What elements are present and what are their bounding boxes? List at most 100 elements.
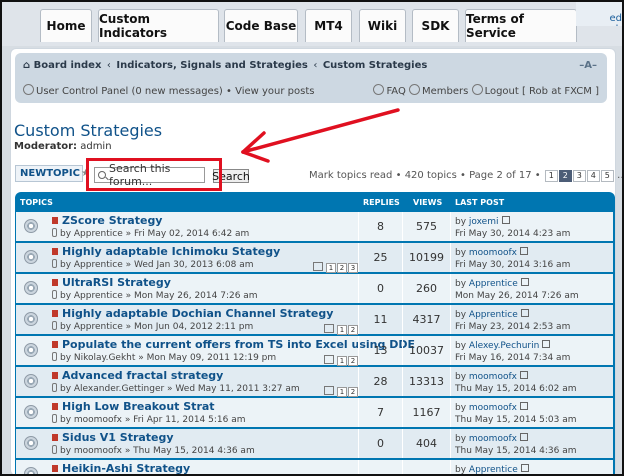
nav-tab-terms[interactable]: Terms of Service	[465, 9, 577, 42]
last-post-author-link[interactable]: moomoofx	[469, 403, 517, 413]
attachment-icon	[52, 290, 57, 299]
topic-page-link[interactable]: 1	[326, 263, 336, 273]
nav-tab-custom-indicators[interactable]: Custom Indicators	[98, 9, 219, 42]
table-row[interactable]: UltraRSI Strategy by Apprentice » Mon May…	[16, 274, 613, 303]
screenshot-frame: Home Custom Indicators Code Base MT4 Wik…	[0, 0, 624, 476]
last-post-author-link[interactable]: moomoofx	[469, 372, 517, 382]
last-post-author-link[interactable]: moomoofx	[469, 434, 517, 444]
page-info: Page 2 of 17	[469, 170, 532, 181]
header-panel: ⌂ Board index ‹ Indicators, Signals and …	[15, 53, 607, 103]
crumb-indicators[interactable]: Indicators, Signals and Strategies	[116, 60, 307, 71]
view-latest-icon[interactable]	[519, 402, 528, 410]
view-posts-link[interactable]: View your posts	[235, 86, 314, 97]
page-link-5[interactable]: 5	[600, 170, 614, 182]
faq-link[interactable]: FAQ	[386, 86, 405, 97]
replies-count: 8	[358, 212, 402, 241]
topic-status-icon	[24, 467, 38, 474]
pages-icon	[324, 355, 334, 364]
table-row[interactable]: Highly adaptable Dochian Channel Strateg…	[16, 305, 613, 335]
topic-page-link[interactable]: 2	[348, 387, 358, 397]
topic-cell: High Low Breakout Strat by moomoofx » Fri…	[52, 400, 358, 427]
topic-title-link[interactable]: UltraRSI Strategy	[52, 276, 358, 289]
last-post-author-link[interactable]: Apprentice	[469, 279, 518, 289]
nav-tab-sdk[interactable]: SDK	[412, 9, 459, 42]
topic-title-link[interactable]: Highly adaptable Ichimoku Stategy	[52, 245, 358, 258]
topic-title-link[interactable]: High Low Breakout Strat	[52, 400, 358, 413]
pages-icon	[313, 262, 323, 271]
last-post-author-link[interactable]: joxemi	[469, 217, 499, 227]
faq-icon	[373, 84, 385, 95]
mark-read-link[interactable]: Mark topics read	[309, 170, 392, 181]
topic-page-link[interactable]: 1	[337, 387, 347, 397]
members-link[interactable]: Members	[422, 86, 468, 97]
topic-byline: by moomoofx » Thu May 15, 2014 4:36 am	[52, 445, 358, 456]
last-post-cell: by Alexey.Pechurin Fri May 16, 2014 7:34 …	[450, 336, 613, 365]
view-latest-icon[interactable]	[542, 340, 551, 348]
nav-tab-code-base[interactable]: Code Base	[224, 9, 298, 42]
last-post-author-link[interactable]: moomoofx	[469, 248, 517, 258]
attachment-icon	[52, 445, 57, 454]
members-icon	[409, 84, 421, 95]
table-row[interactable]: Heikin-Ashi Strategy by Apprentice	[16, 460, 613, 474]
page-link-4[interactable]: 4	[586, 170, 600, 182]
topic-page-link[interactable]: 3	[348, 263, 358, 273]
crumb-custom-strategies[interactable]: Custom Strategies	[323, 60, 428, 71]
new-topic-button[interactable]: NEWTOPIC ★	[15, 165, 90, 182]
view-latest-icon[interactable]	[501, 216, 510, 224]
topic-title-link[interactable]: Sidus V1 Strategy	[52, 431, 358, 444]
table-row[interactable]: Populate the current offers from TS into…	[16, 336, 613, 366]
page-body: ⌂ Board index ‹ Indicators, Signals and …	[10, 48, 622, 474]
replies-count: 0	[358, 274, 402, 303]
topic-page-link[interactable]: 1	[337, 356, 347, 366]
table-row[interactable]: Advanced fractal strategy by Alexander.Ge…	[16, 367, 613, 397]
view-latest-icon[interactable]	[520, 278, 529, 286]
table-row[interactable]: Highly adaptable Ichimoku Stategy by Appr…	[16, 243, 613, 273]
topic-status-icon	[24, 312, 38, 326]
last-post-date: Thu May 15, 2014 4:36 am	[455, 446, 577, 456]
user-control-panel-link[interactable]: User Control Panel	[36, 86, 128, 97]
last-post-author-link[interactable]: Apprentice	[469, 310, 518, 320]
views-count: 404	[402, 429, 450, 458]
last-post-date: Thu May 15, 2014 5:03 am	[455, 415, 577, 425]
topic-page-link[interactable]: 1	[337, 325, 347, 335]
table-row[interactable]: Sidus V1 Strategy by moomoofx » Thu May 1…	[16, 429, 613, 458]
nav-tab-wiki[interactable]: Wiki	[359, 9, 406, 42]
views-count: 575	[402, 212, 450, 241]
logout-link[interactable]: Logout [ Rob at FXCM ]	[485, 86, 599, 97]
topic-title-link[interactable]: Highly adaptable Dochian Channel Strateg…	[52, 307, 358, 320]
views-count: 13313	[402, 367, 450, 396]
page-link-2[interactable]: 2	[558, 170, 572, 182]
page-link-3[interactable]: 3	[572, 170, 586, 182]
view-latest-icon[interactable]	[520, 464, 529, 472]
topic-title-link[interactable]: Heikin-Ashi Strategy	[52, 462, 358, 474]
crumb-board-index[interactable]: Board index	[34, 60, 102, 71]
topic-page-link[interactable]: 2	[348, 325, 358, 335]
table-row[interactable]: High Low Breakout Strat by moomoofx » Fri…	[16, 398, 613, 427]
replies-count: 0	[358, 429, 402, 458]
topic-title-link[interactable]: Advanced fractal strategy	[52, 369, 358, 382]
topic-status-icon	[24, 219, 38, 233]
last-post-cell: by Apprentice Mon May 26, 2014 7:26 am	[450, 274, 613, 303]
nav-tab-mt4[interactable]: MT4	[305, 9, 352, 42]
attachment-icon	[52, 352, 57, 361]
topic-page-link[interactable]: 2	[337, 263, 347, 273]
topic-cell: UltraRSI Strategy by Apprentice » Mon May…	[52, 276, 358, 303]
font-resize-icon[interactable]: –A–	[579, 60, 597, 71]
table-row[interactable]: ZScore Strategy by Apprentice » Fri May 0…	[16, 212, 613, 241]
advanced-search-link[interactable]: ed search	[576, 2, 622, 26]
topic-page-link[interactable]: 2	[348, 356, 358, 366]
new-messages-link[interactable]: (0 new messages)	[131, 86, 222, 97]
forum-title[interactable]: Custom Strategies	[14, 121, 162, 140]
last-post-author-link[interactable]: Apprentice	[469, 465, 518, 474]
last-post-author-link[interactable]: Alexey.Pechurin	[469, 341, 539, 351]
topic-title-link[interactable]: ZScore Strategy	[52, 214, 358, 227]
view-latest-icon[interactable]	[519, 371, 528, 379]
topic-byline: by Apprentice » Mon May 26, 2014 7:26 am	[52, 290, 358, 301]
page-link-1[interactable]: 1	[544, 170, 558, 182]
moderator-link[interactable]: admin	[80, 141, 111, 152]
view-latest-icon[interactable]	[519, 433, 528, 441]
topic-title-link[interactable]: Populate the current offers from TS into…	[52, 338, 415, 351]
view-latest-icon[interactable]	[520, 309, 529, 317]
view-latest-icon[interactable]	[519, 247, 528, 255]
nav-tab-home[interactable]: Home	[40, 9, 92, 42]
